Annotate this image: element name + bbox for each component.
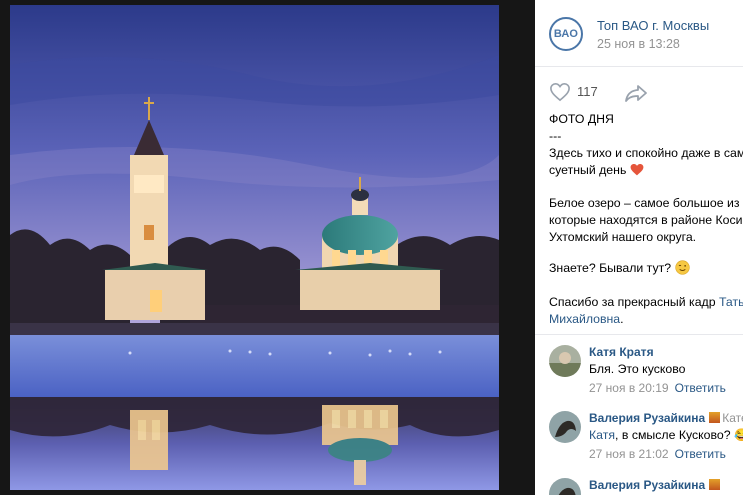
avatar[interactable] [549,345,581,377]
reply-button[interactable]: Ответить [675,447,726,461]
post-line: Ухтомский нашего округа. [549,230,697,244]
post-line: Спасибо за прекрасный кадр Тать [549,294,743,311]
comment-meta: 27 ноя в 20:19 Ответить [589,381,726,395]
comment-text: Бля. Это кусково [589,362,686,376]
post-sidebar: ВАО Топ ВАО г. Москвы 25 ноя в 13:28 117… [535,0,743,495]
post-line-text: Знаете? Бывали тут? [549,261,672,275]
comment-author-name[interactable]: Валерия Рузайкина [589,478,705,492]
wink-emoji-icon [674,260,690,280]
like-count: 117 [577,84,598,99]
author-mention-link[interactable]: Михайловна [549,312,620,326]
photo-viewer [0,0,535,495]
post-line: Белое озеро – самое большое из [549,196,740,210]
comment-author-name[interactable]: Валерия Рузайкина [589,411,705,425]
heart-outline-icon[interactable] [549,82,571,107]
post-line-text: . [620,312,624,326]
post-line: которые находятся в районе Коси [549,213,743,227]
author-mention-link[interactable]: Тать [719,295,743,309]
post-text: ФОТО ДНЯ --- Здесь тихо и спокойно даже … [549,111,743,328]
avatar[interactable] [549,478,581,495]
post-line: Здесь тихо и спокойно даже в сам [549,146,743,160]
post-line: Знаете? Бывали тут? [549,260,743,280]
post-date[interactable]: 25 ноя в 13:28 [597,37,680,51]
avatar[interactable] [549,411,581,443]
heart-emoji-icon [630,163,644,181]
comment-author: Валерия Рузайкина [589,478,722,492]
group-name[interactable]: Топ ВАО г. Москвы [597,18,709,33]
divider [535,334,743,335]
post-line: суетный день [549,162,743,181]
reply-to-name[interactable]: Кате [722,411,743,425]
comment-meta: 27 ноя в 21:02 Ответить [589,447,726,461]
post-line: --- [549,129,562,143]
mention-link[interactable]: Катя [589,428,615,442]
post-line: ФОТО ДНЯ [549,112,614,126]
group-avatar[interactable]: ВАО [549,17,583,51]
post-line-text: суетный день [549,163,627,177]
post-photo[interactable] [10,5,499,490]
comment-date[interactable]: 27 ноя в 21:02 [589,447,669,461]
post-line-text: Спасибо за прекрасный кадр [549,295,719,309]
comment-author[interactable]: Катя Кратя [589,345,654,359]
comment-text-body: , в смысле Кусково? 😂 [615,428,743,442]
share-arrow-icon[interactable] [624,83,648,108]
sticker-badge-icon [709,412,721,423]
comment-date[interactable]: 27 ноя в 20:19 [589,381,669,395]
comment-text: Катя, в смысле Кусково? 😂 [589,428,743,443]
sticker-badge-icon [709,479,721,490]
post-header: ВАО Топ ВАО г. Москвы 25 ноя в 13:28 [535,0,743,67]
post-line: Михайловна. [549,311,743,328]
reply-button[interactable]: Ответить [675,381,726,395]
comment-author: Валерия Рузайкина Кате [589,411,743,425]
